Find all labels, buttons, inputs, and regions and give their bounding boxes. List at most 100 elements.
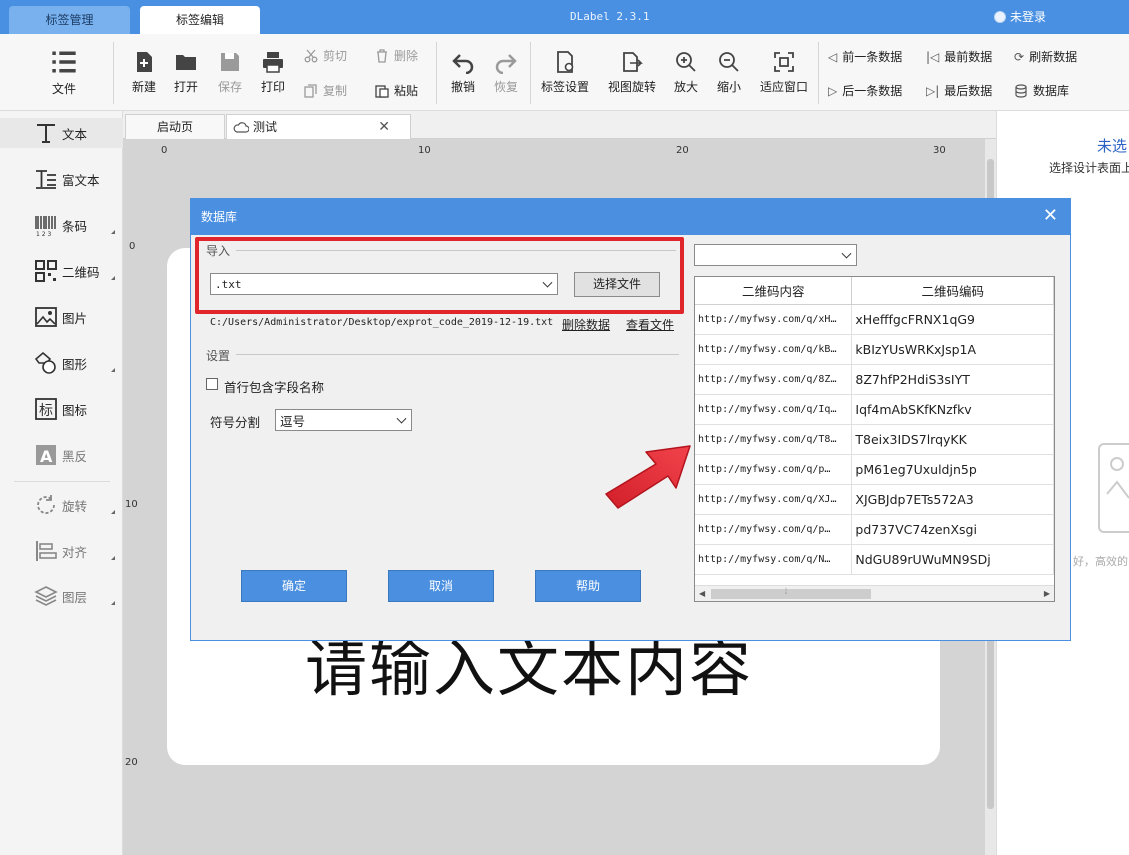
arrow-right-icon[interactable]: ▶: [1044, 589, 1050, 598]
next-record-label: 后一条数据: [842, 84, 903, 98]
tab-test[interactable]: 测试 ✕: [226, 114, 411, 139]
paste-icon: [375, 84, 389, 98]
column-header[interactable]: 二维码编码: [851, 277, 1054, 305]
table-row[interactable]: http://myfwsy.com/q/Iq… Iqf4mAbSKfKNzfkv: [695, 394, 1054, 425]
layers-icon: [34, 586, 58, 606]
tab-label-management[interactable]: 标签管理: [9, 6, 130, 34]
tool-image[interactable]: 图片: [0, 302, 123, 332]
label-settings-button[interactable]: 标签设置: [537, 50, 593, 95]
table-cell: T8eix3IDS7lrqyKK: [851, 424, 1054, 455]
table-row[interactable]: http://myfwsy.com/q/xH… xHefffgcFRNX1qG9: [695, 304, 1054, 335]
cancel-button[interactable]: 取消: [388, 570, 494, 602]
zoom-out-label: 缩小: [716, 80, 741, 94]
ruler-vertical: 0 10 20: [123, 157, 142, 855]
ruler-horizontal: 0 10 20 30: [142, 139, 985, 157]
user-icon: [994, 10, 1006, 23]
close-tab-icon[interactable]: ✕: [378, 115, 390, 139]
help-button[interactable]: 帮助: [535, 570, 641, 602]
tab-label-editing[interactable]: 标签编辑: [140, 6, 260, 34]
table-row[interactable]: http://myfwsy.com/q/T8… T8eix3IDS7lrqyKK: [695, 424, 1054, 455]
table-row[interactable]: http://myfwsy.com/q/p… pM61eg7Uxuldjn5p: [695, 454, 1054, 485]
tool-rotate-label: 旋转: [62, 498, 88, 514]
ruler-tick: 20: [676, 145, 689, 156]
open-label: 打开: [173, 80, 198, 94]
tool-rich-text[interactable]: 富文本: [0, 164, 123, 194]
cut-button[interactable]: 剪切: [304, 47, 347, 64]
view-rotate-button[interactable]: 视图旋转: [604, 50, 660, 95]
delete-button[interactable]: 删除: [375, 47, 418, 64]
ok-button[interactable]: 确定: [241, 570, 347, 602]
first-record-label: 最前数据: [944, 50, 993, 64]
print-button[interactable]: 打印: [253, 50, 293, 95]
view-file-link[interactable]: 查看文件: [626, 316, 674, 333]
next-record-button[interactable]: ▷ 后一条数据: [828, 82, 902, 99]
table-select[interactable]: [694, 244, 857, 266]
login-button[interactable]: 未登录: [994, 8, 1046, 25]
paste-button[interactable]: 粘贴: [375, 82, 418, 99]
database-button[interactable]: 数据库: [1014, 82, 1069, 99]
tool-shape-label: 图形: [62, 356, 88, 372]
scissors-icon: [304, 49, 318, 62]
properties-tip: 好，高效的: [1073, 555, 1128, 568]
dialog-title: 数据库: [201, 210, 238, 224]
fit-window-button[interactable]: 适应窗口: [756, 50, 812, 95]
arrow-left-icon[interactable]: ◀: [699, 589, 705, 598]
table-row[interactable]: http://myfwsy.com/q/kB… kBIzYUsWRKxJsp1A: [695, 334, 1054, 365]
table-row[interactable]: http://myfwsy.com/q/p… pd737VC74zenXsgi: [695, 514, 1054, 545]
tool-invert[interactable]: A 黑反: [0, 440, 123, 470]
close-icon[interactable]: ✕: [1043, 199, 1058, 233]
file-menu-button[interactable]: 文件: [40, 48, 88, 97]
scrollbar-thumb[interactable]: [711, 589, 871, 599]
table-cell: http://myfwsy.com/q/Iq…: [695, 394, 853, 425]
toolbar-separator: [530, 42, 531, 104]
redo-button[interactable]: 恢复: [486, 50, 526, 95]
tool-image-label: 图片: [62, 310, 88, 326]
prev-record-button[interactable]: ◁ 前一条数据: [828, 48, 902, 65]
save-button[interactable]: 保存: [210, 50, 250, 95]
zoom-in-button[interactable]: 放大: [670, 50, 702, 95]
delete-data-link[interactable]: 删除数据: [562, 316, 610, 333]
align-icon: [36, 541, 57, 561]
first-record-button[interactable]: |◁ 最前数据: [926, 48, 992, 65]
ruler-tick: 10: [125, 499, 138, 510]
fit-window-icon: [774, 52, 794, 72]
expand-corner-icon: [111, 510, 115, 514]
table-row[interactable]: http://myfwsy.com/q/8Z… 8Z7hfP2HdiS3sIYT: [695, 364, 1054, 395]
paste-label: 粘贴: [394, 84, 419, 98]
svg-text:标: 标: [39, 403, 53, 419]
copy-label: 复制: [323, 84, 348, 98]
database-label: 数据库: [1033, 84, 1070, 98]
tool-text[interactable]: 文本: [0, 118, 123, 148]
undo-button[interactable]: 撤销: [443, 50, 483, 95]
table-cell: http://myfwsy.com/q/T8…: [695, 424, 853, 455]
tool-layer[interactable]: 图层: [0, 581, 123, 611]
new-button[interactable]: 新建: [124, 50, 164, 95]
table-cell: Iqf4mAbSKfKNzfkv: [851, 394, 1054, 425]
tool-shape[interactable]: 图形: [0, 348, 123, 378]
tool-rotate[interactable]: 旋转: [0, 490, 123, 520]
refresh-button[interactable]: ⟳ 刷新数据: [1014, 48, 1077, 65]
table-cell: xHefffgcFRNX1qG9: [851, 304, 1054, 335]
tool-qrcode[interactable]: 二维码: [0, 256, 123, 286]
first-row-header-checkbox[interactable]: [206, 378, 218, 390]
fit-window-label: 适应窗口: [759, 80, 808, 94]
document-tabs: 启动页 测试 ✕: [123, 111, 996, 139]
table-horizontal-scrollbar[interactable]: ◀ ⦙ ▶: [695, 585, 1054, 601]
delimiter-select[interactable]: 逗号: [275, 409, 412, 431]
last-record-button[interactable]: ▷| 最后数据: [926, 82, 992, 99]
tool-align[interactable]: 对齐: [0, 536, 123, 566]
open-button[interactable]: 打开: [166, 50, 206, 95]
table-row[interactable]: http://myfwsy.com/q/XJ… XJGBJdp7ETs572A3: [695, 484, 1054, 515]
shape-icon: [34, 351, 56, 374]
copy-button[interactable]: 复制: [304, 82, 347, 99]
zoom-out-button[interactable]: 缩小: [713, 50, 745, 95]
tool-barcode[interactable]: 1 2 3 条码: [0, 210, 123, 240]
table-row[interactable]: http://myfwsy.com/q/N… NdGU89rUWuMN9SDj: [695, 544, 1054, 575]
table-cell: XJGBJdp7ETs572A3: [851, 484, 1054, 515]
tab-start-page[interactable]: 启动页: [125, 114, 225, 139]
tool-text-label: 文本: [62, 126, 88, 142]
column-header[interactable]: 二维码内容: [695, 277, 853, 305]
zoom-in-label: 放大: [673, 80, 698, 94]
chevron-down-icon: [841, 248, 852, 259]
tool-icon[interactable]: 标 图标: [0, 394, 123, 424]
